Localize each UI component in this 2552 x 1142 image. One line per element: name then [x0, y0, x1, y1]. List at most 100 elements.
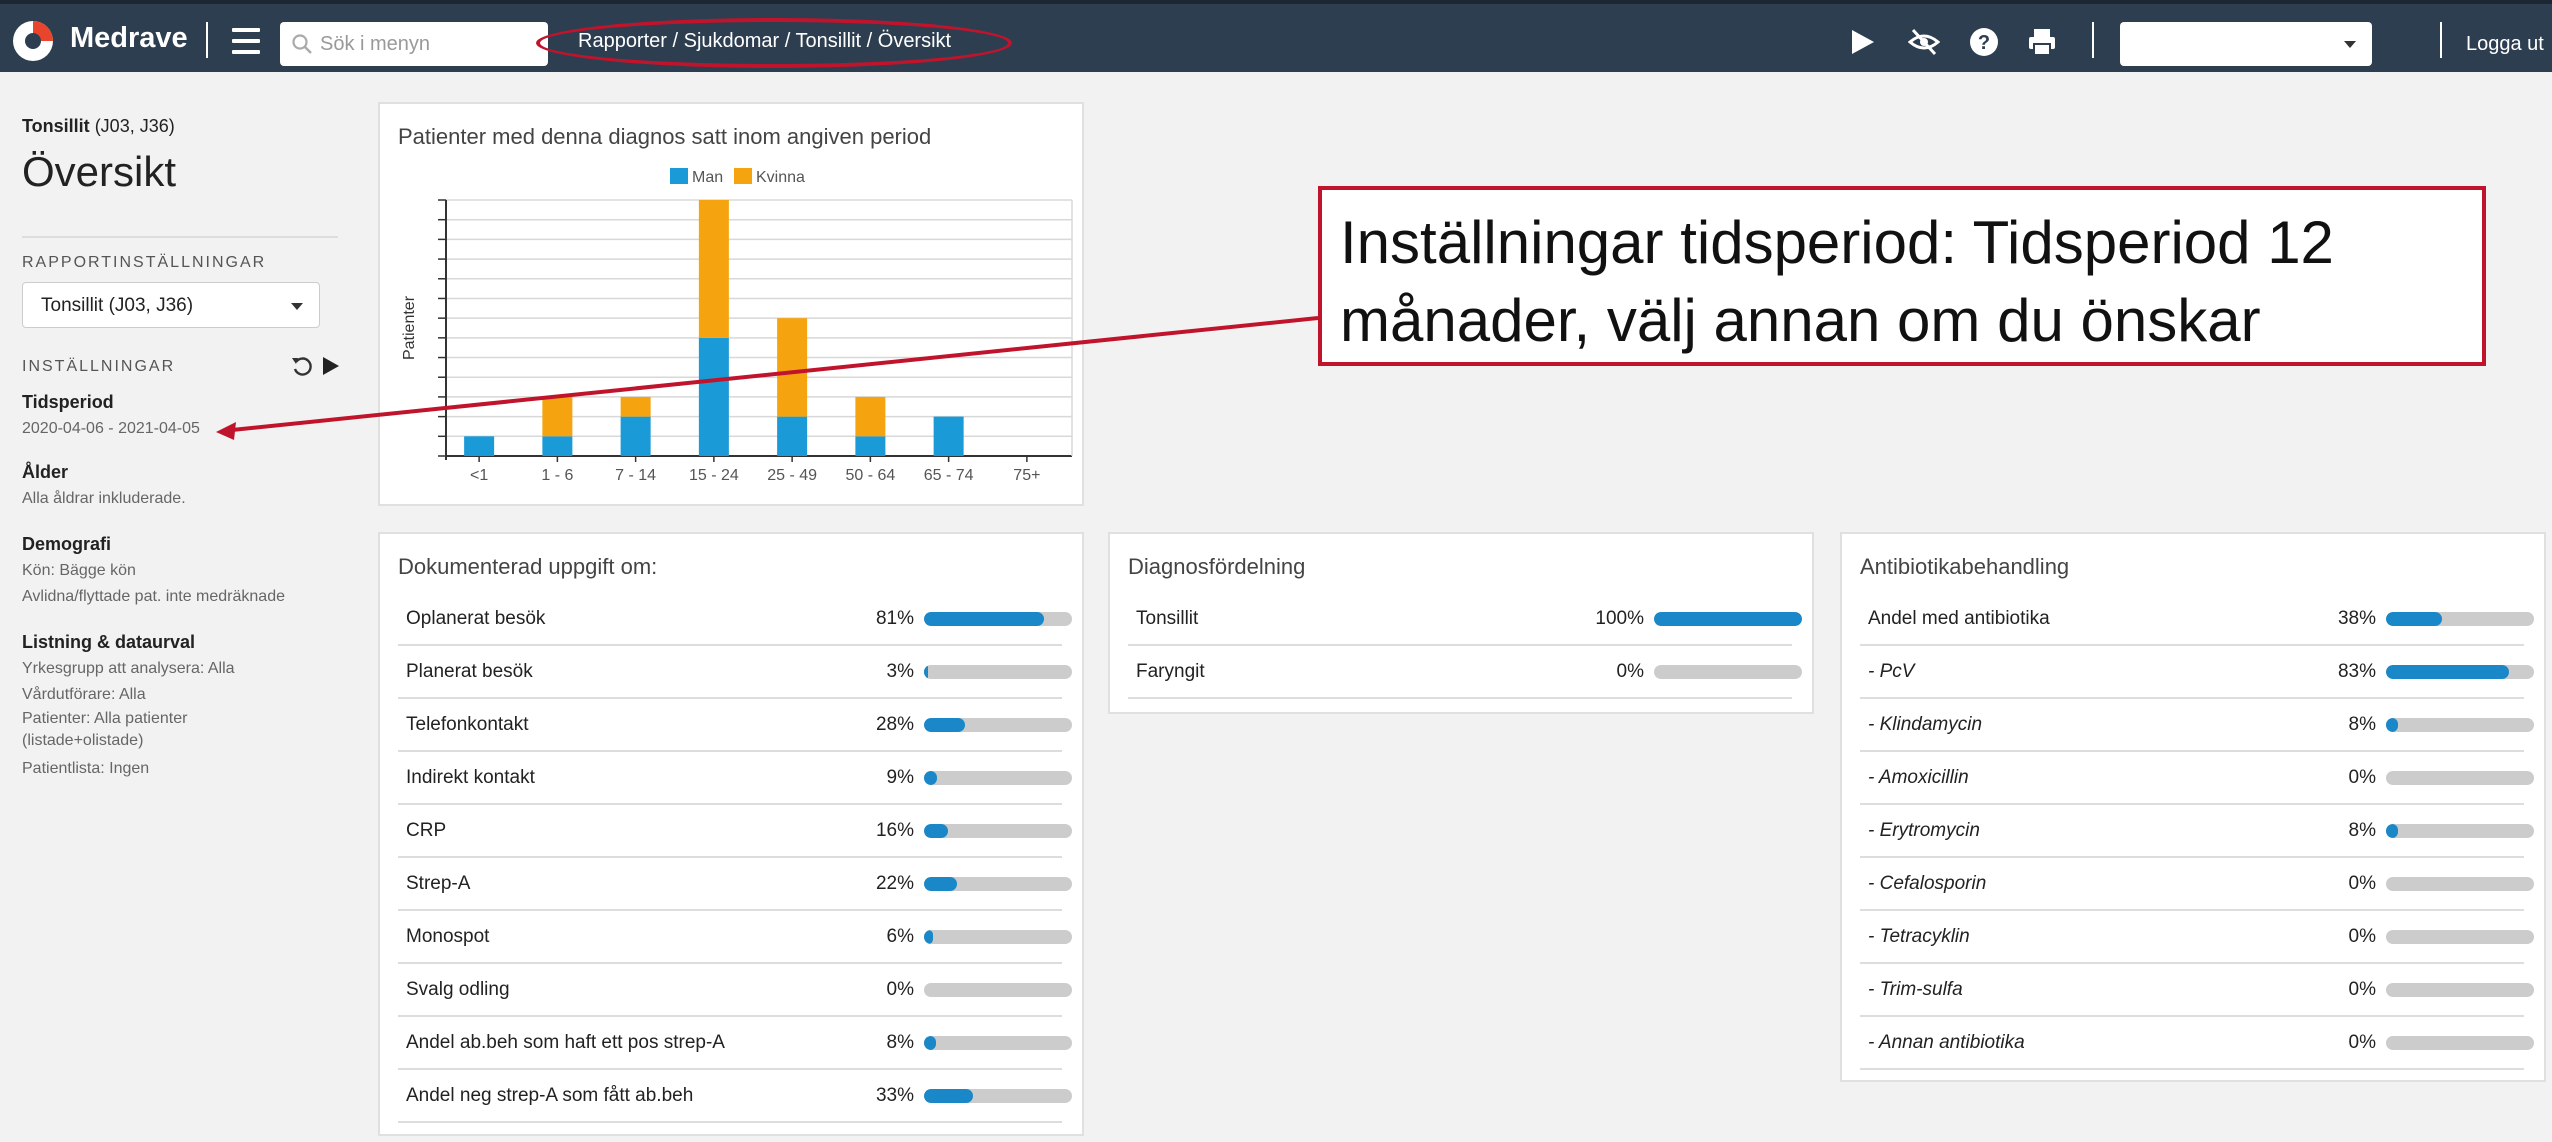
breadcrumb[interactable]: Rapporter / Sjukdomar / Tonsillit / Över… [578, 30, 951, 53]
legend-swatch [670, 168, 688, 184]
row-label: Telefonkontakt [406, 714, 529, 735]
x-tick-label: 1 - 6 [541, 467, 573, 484]
medrave-logo-icon[interactable] [10, 18, 56, 64]
play-icon[interactable] [318, 354, 342, 378]
progress-fill [2386, 824, 2398, 838]
annotation-box: Inställningar tidsperiod: Tidsperiod 12 … [1318, 186, 2486, 366]
listing-provider[interactable]: Vårdutförare: Alla [22, 684, 146, 706]
listing-patients[interactable]: Patienter: Alla patienter [22, 708, 187, 730]
diagnosis-codes: (J03, J36) [94, 116, 175, 136]
table-row: Indirekt kontakt 9% [398, 753, 1072, 805]
demography-heading[interactable]: Demografi [22, 534, 111, 555]
table-row: Andel ab.beh som haft ett pos strep-A 8% [398, 1018, 1072, 1070]
top-bar: Medrave Sök i menyn Rapporter / Sjukdoma… [0, 0, 2552, 72]
progress-fill [924, 771, 938, 785]
progress-bar [2386, 718, 2534, 732]
app-name[interactable]: Medrave [70, 22, 188, 55]
row-label: Oplanerat besök [406, 608, 546, 629]
table-row: - Amoxicillin 0% [1860, 753, 2534, 805]
listing-profession[interactable]: Yrkesgrupp att analysera: Alla [22, 658, 235, 680]
bar-man [777, 416, 808, 456]
table-row: Telefonkontakt 28% [398, 700, 1072, 752]
x-tick-label: 75+ [1013, 467, 1040, 484]
bar-kvinna [855, 396, 886, 437]
progress-fill [1654, 612, 1802, 626]
patients-chart: Man Kvinna Patienter <1 1 - 6 7 - 14 15 - 24 25… [401, 168, 1073, 484]
annotation-text: Inställningar tidsperiod: Tidsperiod 12 … [1340, 204, 2334, 360]
row-percent: 16% [875, 820, 914, 841]
table-row: - Klindamycin 8% [1860, 700, 2534, 752]
diagnosis-name: Tonsillit [22, 116, 90, 136]
help-icon[interactable]: ? [1968, 26, 2000, 58]
progress-bar [2386, 771, 2534, 785]
antibiotics-card: Antibiotikabehandling Andel med antibiot… [1840, 532, 2546, 1082]
row-label: Monospot [406, 926, 490, 947]
row-percent: 0% [2348, 926, 2376, 947]
logout-link[interactable]: Logga ut [2466, 33, 2544, 56]
period-value[interactable]: 2020-04-06 - 2021-04-05 [22, 418, 200, 440]
row-label: Tonsillit [1136, 608, 1199, 629]
unit-select[interactable] [2120, 22, 2372, 66]
bar-man [464, 436, 495, 456]
progress-fill [924, 877, 957, 891]
menu-icon[interactable] [232, 28, 260, 54]
diagnosis-distribution-card: Diagnosfördelning Tonsillit 100% Faryngit 0… [1108, 532, 1814, 714]
progress-bar [2386, 665, 2534, 679]
listing-patientlist[interactable]: Patientlista: Ingen [22, 758, 149, 780]
eye-slash-icon[interactable] [1908, 26, 1940, 58]
age-value[interactable]: Alla åldrar inkluderade. [22, 488, 186, 510]
table-row: Oplanerat besök 81% [398, 594, 1072, 646]
chevron-down-icon [2344, 41, 2356, 48]
period-heading[interactable]: Tidsperiod [22, 392, 114, 413]
progress-fill [2386, 612, 2443, 626]
row-percent: 28% [875, 714, 914, 735]
bar-kvinna [777, 318, 808, 417]
progress-fill [924, 718, 966, 732]
legend-label: Kvinna [756, 169, 805, 186]
report-select[interactable]: Tonsillit (J03, J36) [22, 282, 320, 328]
play-icon[interactable] [1846, 26, 1878, 58]
x-tick-label: 50 - 64 [845, 467, 895, 484]
bar-kvinna [542, 396, 573, 437]
progress-fill [924, 612, 1044, 626]
listing-heading[interactable]: Listning & dataurval [22, 632, 195, 653]
demography-gender[interactable]: Kön: Bägge kön [22, 560, 136, 582]
page-title: Översikt [22, 148, 177, 195]
bar-man [933, 416, 964, 456]
divider [22, 236, 338, 238]
progress-bar [924, 665, 1072, 679]
divider [2092, 22, 2094, 58]
report-select-value: Tonsillit (J03, J36) [41, 295, 194, 316]
bar-man [542, 436, 573, 456]
table-row: - Trim-sulfa 0% [1860, 965, 2534, 1017]
row-percent: 38% [2337, 608, 2376, 629]
chart-title: Patienter med denna diagnos satt inom an… [398, 124, 932, 149]
table-row: Svalg odling 0% [398, 965, 1072, 1017]
row-percent: 8% [886, 1032, 914, 1053]
divider [206, 22, 208, 58]
progress-fill [924, 1036, 936, 1050]
demography-deceased[interactable]: Avlidna/flyttade pat. inte medräknade [22, 586, 285, 608]
x-tick-label: 25 - 49 [767, 467, 817, 484]
print-icon[interactable] [2026, 26, 2058, 58]
reset-icon[interactable] [290, 354, 314, 378]
progress-bar [924, 1089, 1072, 1103]
search-input[interactable]: Sök i menyn [280, 22, 548, 66]
row-percent: 8% [2348, 820, 2376, 841]
progress-bar [924, 983, 1072, 997]
row-label: Andel neg strep-A som fått ab.beh [406, 1085, 694, 1106]
progress-fill [2386, 665, 2509, 679]
row-percent: 83% [2337, 661, 2376, 682]
table-row: Faryngit 0% [1128, 647, 1802, 699]
age-heading[interactable]: Ålder [22, 462, 68, 483]
table-row: CRP 16% [398, 806, 1072, 858]
patients-chart-card: Patienter med denna diagnos satt inom an… [378, 102, 1084, 506]
listing-patients-detail[interactable]: (listade+olistade) [22, 730, 143, 752]
report-settings-heading: RAPPORTINSTÄLLNINGAR [22, 254, 267, 271]
progress-bar [2386, 612, 2534, 626]
table-row: Monospot 6% [398, 912, 1072, 964]
row-label: CRP [406, 820, 447, 841]
progress-bar [1654, 665, 1802, 679]
progress-bar [924, 1036, 1072, 1050]
row-label: Andel med antibiotika [1868, 608, 2050, 629]
